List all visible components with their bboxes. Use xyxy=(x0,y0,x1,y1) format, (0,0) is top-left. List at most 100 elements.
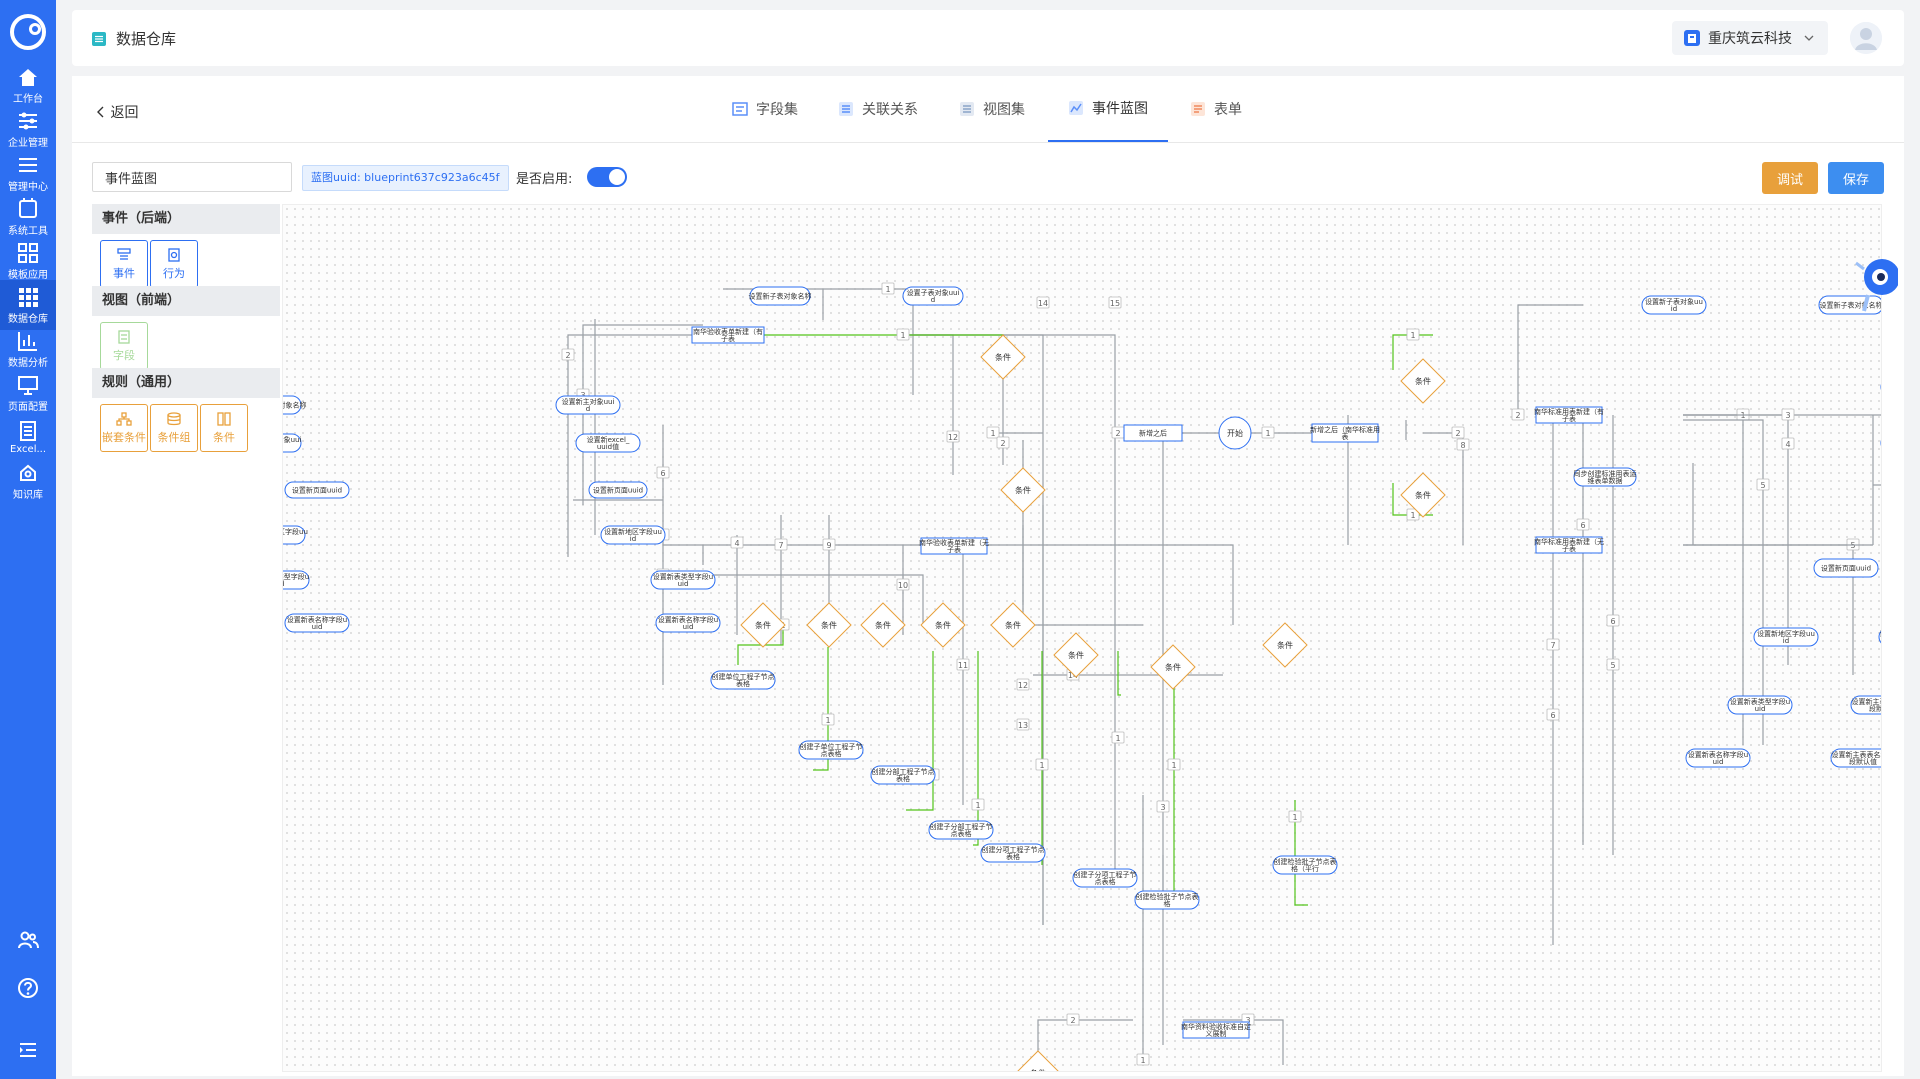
edge-label: 1 xyxy=(1410,331,1415,340)
edge-label: 3 xyxy=(1160,803,1165,812)
flow-graph[interactable]: 1234679121415312131011974141345656768251… xyxy=(283,205,1882,1072)
database-grid-icon xyxy=(19,287,38,307)
edge-label: 2 xyxy=(565,351,570,360)
field-icon xyxy=(118,329,130,344)
node-label: 设置新子表对象名称 xyxy=(749,291,812,300)
grid-icon xyxy=(18,242,38,263)
tab-label: 字段集 xyxy=(756,102,798,118)
node-label: 条件 xyxy=(1277,640,1293,650)
data-warehouse-icon xyxy=(92,31,106,46)
sidebar-item-page-config[interactable]: 页面配置 xyxy=(0,368,56,418)
company-selector[interactable]: 重庆筑云科技 xyxy=(1672,21,1828,55)
edge-label: 1 xyxy=(825,716,830,725)
edge xyxy=(973,651,979,846)
sidebar-item-workbench[interactable]: 工作台 xyxy=(0,60,56,110)
palette-item-label: 条件 xyxy=(213,430,235,444)
edge-label: 9 xyxy=(826,541,831,550)
tab-label: 事件蓝图 xyxy=(1092,101,1148,117)
form-icon xyxy=(1191,102,1205,116)
back-button[interactable]: 返回 xyxy=(96,102,138,122)
sidebar-item-admin[interactable]: 管理中心 xyxy=(0,148,56,198)
sidebar-item-enterprise[interactable]: 企业管理 xyxy=(0,104,56,154)
home-icon xyxy=(19,68,37,86)
palette-item-condition[interactable]: 条件 xyxy=(200,404,248,452)
edge-label: 2 xyxy=(1455,429,1460,438)
edge-label: 12 xyxy=(1018,681,1028,690)
sidebar-item-label: 企业管理 xyxy=(8,137,48,149)
palette-item-nested-condition[interactable]: 嵌套条件 xyxy=(100,404,148,452)
sidebar-item-templates[interactable]: 模板应用 xyxy=(0,236,56,286)
toggle-knob xyxy=(609,169,625,185)
event-blueprint-icon xyxy=(1069,101,1083,115)
palette-section-title: 规则（通用） xyxy=(92,368,280,398)
condition-icon xyxy=(217,411,231,426)
excel-icon xyxy=(20,420,36,441)
app-logo-icon[interactable] xyxy=(8,12,48,52)
node-label: 条件 xyxy=(821,620,837,630)
help-button[interactable] xyxy=(0,968,56,1008)
sidebar-item-excel[interactable]: Excel... xyxy=(0,412,56,462)
edge xyxy=(1517,304,1583,415)
page-title: 数据仓库 xyxy=(92,28,176,49)
debug-button[interactable]: 调试 xyxy=(1762,162,1818,194)
edge-label: 1 xyxy=(1265,429,1270,438)
node-label: 条件 xyxy=(935,620,951,630)
edge-label: 1 xyxy=(1292,813,1297,822)
palette-item-condition-group[interactable]: 条件组 xyxy=(150,404,198,452)
tab-label: 表单 xyxy=(1214,102,1242,118)
field-set-icon xyxy=(732,102,748,116)
save-button[interactable]: 保存 xyxy=(1828,162,1884,194)
tab-field-set[interactable]: 字段集 xyxy=(732,76,798,142)
edge-label: 6 xyxy=(660,469,665,478)
round-node xyxy=(1880,439,1881,447)
bar-chart-icon xyxy=(18,331,37,351)
chevron-left-icon xyxy=(97,106,104,118)
tab-view-set[interactable]: 视图集 xyxy=(959,76,1025,142)
palette-item-field[interactable]: 字段 xyxy=(100,322,148,370)
node-label: 条件 xyxy=(875,620,891,630)
menu-icon xyxy=(19,157,37,172)
edge-label: 7 xyxy=(1550,641,1555,650)
sidebar-item-knowledge[interactable]: 知识库 xyxy=(0,456,56,506)
edge-label: 14 xyxy=(1038,299,1048,308)
edge-label: 6 xyxy=(1610,617,1615,626)
tab-relations[interactable]: 关联关系 xyxy=(838,76,918,142)
sidebar-item-label: 工作台 xyxy=(13,93,43,105)
sidebar-item-data-warehouse[interactable]: 数据仓库 xyxy=(0,280,56,330)
chevron-down-icon xyxy=(1804,35,1814,41)
tab-label: 视图集 xyxy=(983,102,1025,118)
palette-item-action[interactable]: 行为 xyxy=(150,240,198,288)
palette-section-title: 视图（前端） xyxy=(92,286,280,316)
palette-item-label: 嵌套条件 xyxy=(102,430,146,444)
users-button[interactable] xyxy=(0,920,56,960)
sidebar-item-label: 数据分析 xyxy=(8,357,48,369)
avatar[interactable] xyxy=(1850,22,1882,54)
tab-event-blueprint[interactable]: 事件蓝图 xyxy=(1048,76,1168,142)
enable-toggle[interactable] xyxy=(587,167,627,187)
palette-item-label: 事件 xyxy=(113,266,135,280)
edge-label: 1 xyxy=(1410,511,1415,520)
action-icon xyxy=(168,247,180,262)
palette-item-event[interactable]: 事件 xyxy=(100,240,148,288)
sidebar-item-system-tools[interactable]: 系统工具 xyxy=(0,192,56,242)
blueprint-canvas[interactable]: 1234679121415312131011974141345656768251… xyxy=(282,204,1882,1072)
sidebar-item-label: 页面配置 xyxy=(8,401,48,413)
tab-form[interactable]: 表单 xyxy=(1190,76,1242,142)
edge-label: 4 xyxy=(1785,440,1790,449)
node-label: 新增之后 xyxy=(1139,428,1167,437)
sidebar-item-data-analysis[interactable]: 数据分析 xyxy=(0,324,56,374)
tool-icon xyxy=(19,197,37,218)
blueprint-uuid-tag: 蓝图uuid: blueprint637c923a6c45f xyxy=(302,165,509,191)
assistant-robot-icon[interactable] xyxy=(1854,255,1898,319)
main-panel: 返回 字段集 关联关系 视图集 事件蓝图 表单 蓝图uuid: blueprin… xyxy=(72,76,1904,1076)
node-label: 条件 xyxy=(1030,1068,1046,1072)
edge-label: 7 xyxy=(778,541,783,550)
edge-label: 6 xyxy=(1550,711,1555,720)
blueprint-name-input[interactable] xyxy=(92,162,292,192)
collapse-menu-button[interactable] xyxy=(0,1030,56,1070)
node-label: 条件 xyxy=(1415,376,1431,386)
edge-label: 10 xyxy=(898,581,908,590)
edge xyxy=(1022,525,1143,626)
knowledge-icon xyxy=(20,464,36,481)
node-label: 条件 xyxy=(1415,490,1431,500)
